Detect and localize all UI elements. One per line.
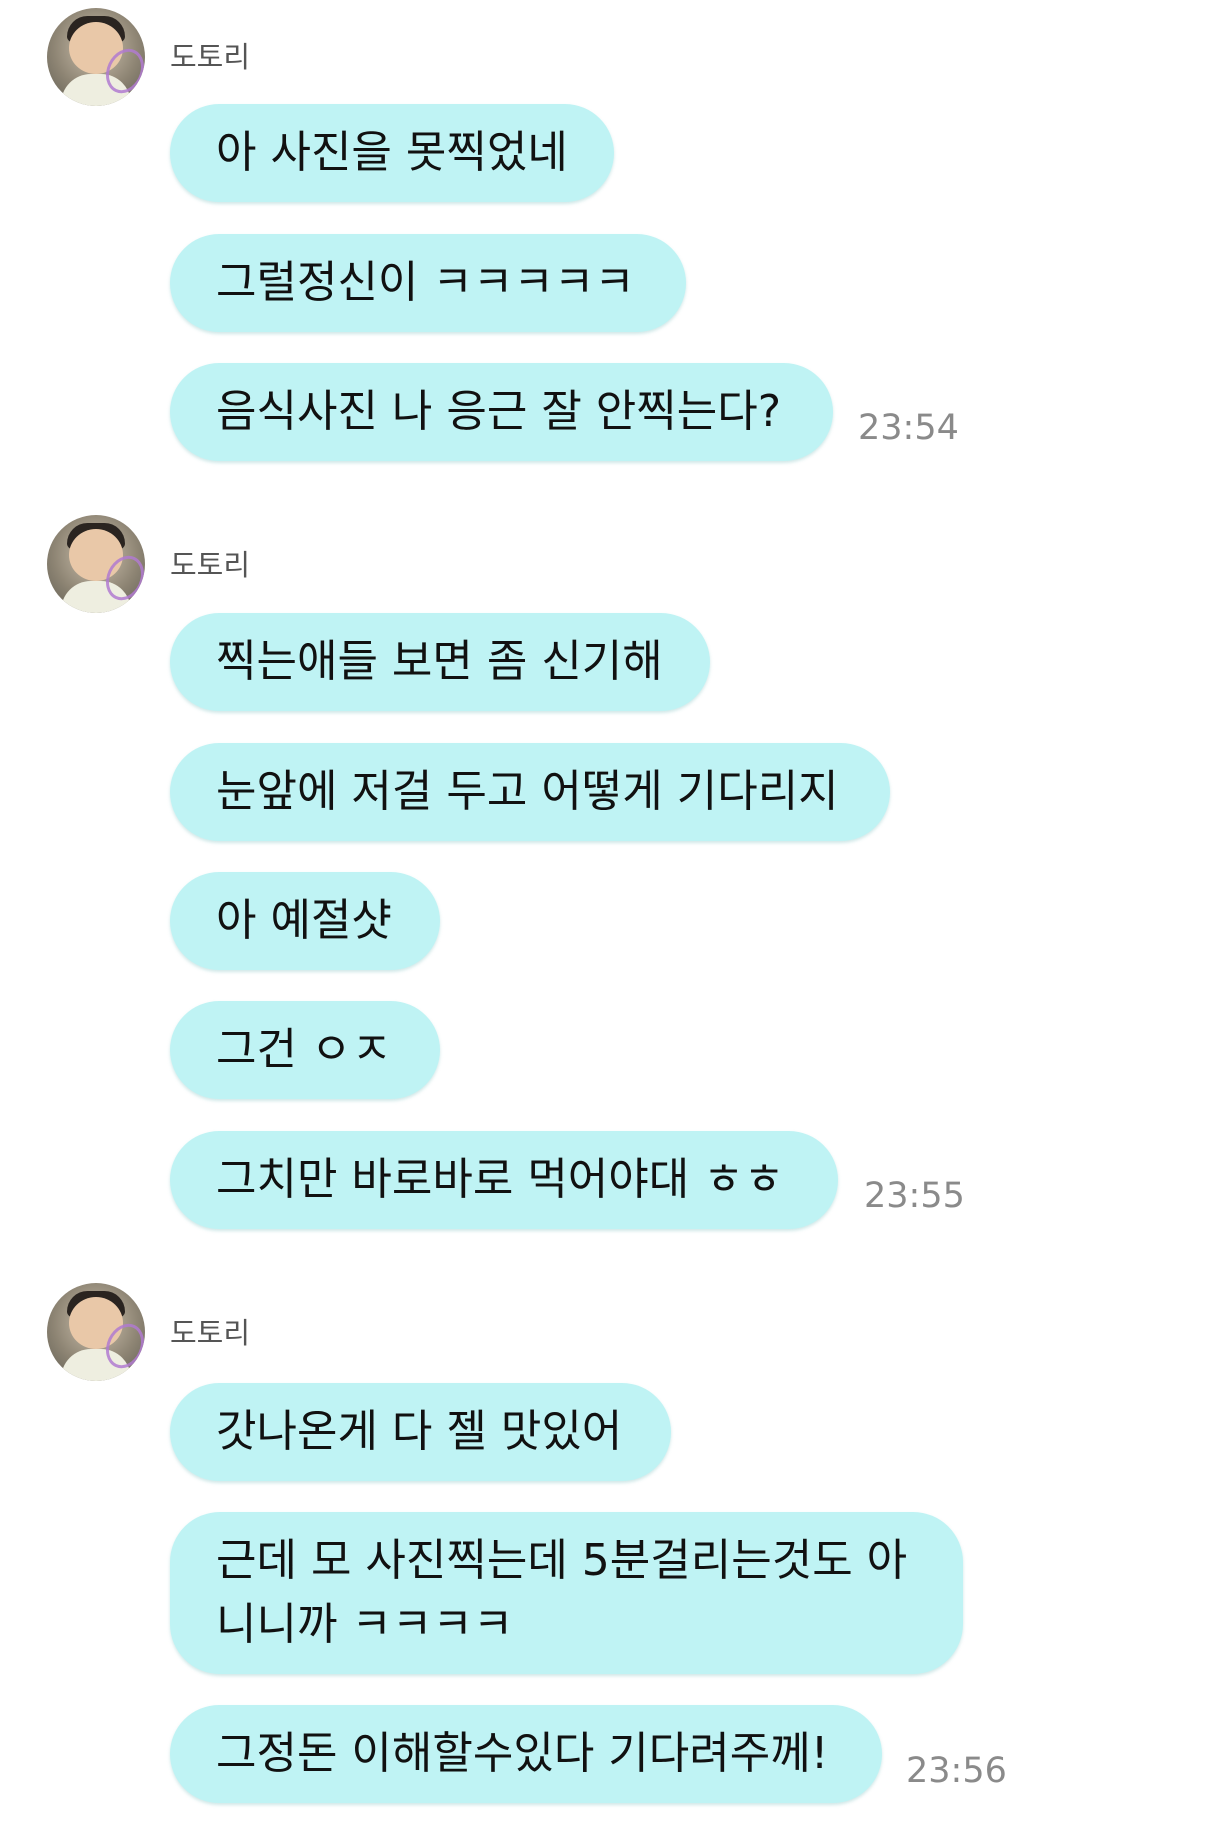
timestamp: 23:54 bbox=[858, 408, 959, 448]
message-bubble[interactable]: 음식사진 나 응근 잘 안찍는다? bbox=[170, 363, 833, 461]
avatar[interactable] bbox=[47, 515, 145, 613]
avatar[interactable] bbox=[47, 1283, 145, 1381]
message-bubble[interactable]: 눈앞에 저걸 두고 어떻게 기다리지 bbox=[170, 743, 890, 841]
message-bubble[interactable]: 아 사진을 못찍었네 bbox=[170, 104, 614, 202]
message-bubble[interactable]: 아 예절샷 bbox=[170, 872, 440, 970]
sender-name: 도토리 bbox=[170, 548, 251, 582]
message-bubble[interactable]: 그럴정신이 ㅋㅋㅋㅋㅋ bbox=[170, 234, 686, 332]
message-bubble[interactable]: 근데 모 사진찍는데 5분걸리는것도 아니니까 ㅋㅋㅋㅋ bbox=[170, 1512, 963, 1674]
avatar[interactable] bbox=[47, 8, 145, 106]
timestamp: 23:55 bbox=[864, 1176, 965, 1216]
sender-name: 도토리 bbox=[170, 1316, 251, 1350]
message-bubble[interactable]: 찍는애들 보면 좀 신기해 bbox=[170, 613, 710, 711]
sender-name: 도토리 bbox=[170, 40, 251, 74]
message-bubble[interactable]: 그건 ㅇㅈ bbox=[170, 1001, 440, 1099]
timestamp: 23:56 bbox=[906, 1751, 1007, 1791]
message-bubble[interactable]: 그정돈 이해할수있다 기다려주께! bbox=[170, 1705, 882, 1803]
message-bubble[interactable]: 그치만 바로바로 먹어야대 ㅎㅎ bbox=[170, 1131, 838, 1229]
message-bubble[interactable]: 갓나온게 다 젤 맛있어 bbox=[170, 1383, 671, 1481]
